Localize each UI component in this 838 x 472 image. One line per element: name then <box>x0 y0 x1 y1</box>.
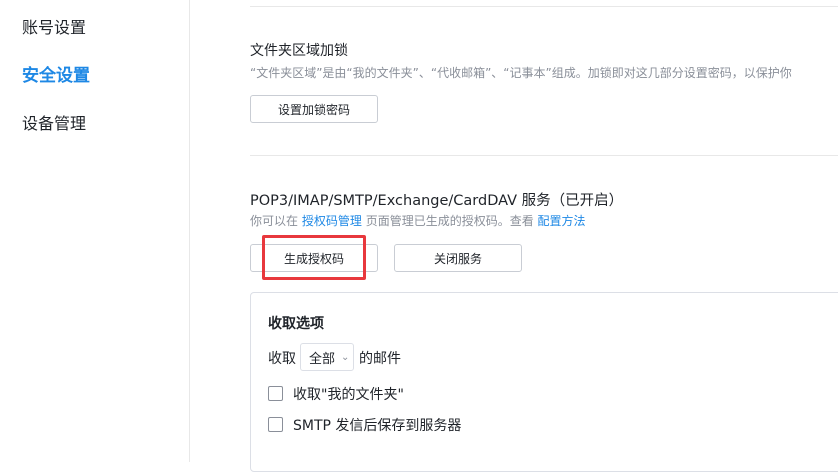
highlight-box <box>262 235 366 280</box>
receive-my-folders-label: 收取"我的文件夹" <box>293 387 404 403</box>
sidebar-item-account-settings[interactable]: 账号设置 <box>22 14 86 38</box>
receive-options-title: 收取选项 <box>268 316 324 332</box>
sidebar: 账号设置 安全设置 设备管理 <box>0 0 190 462</box>
receive-suffix: 的邮件 <box>359 351 401 367</box>
receive-scope-select[interactable]: 全部 ⌄ <box>300 343 354 371</box>
receive-options-panel: 收取选项 收取 全部 ⌄ 的邮件 收取"我的文件夹" SMTP 发信后保存到服务… <box>250 292 838 472</box>
folder-lock-title: 文件夹区域加锁 <box>250 43 348 59</box>
close-service-button[interactable]: 关闭服务 <box>394 244 522 272</box>
sidebar-item-security-settings[interactable]: 安全设置 <box>22 61 90 86</box>
mail-service-desc-middle: 页面管理已生成的授权码。查看 <box>365 214 534 228</box>
receive-scope-value: 全部 <box>309 351 336 367</box>
section-divider <box>250 155 838 156</box>
config-method-link[interactable]: 配置方法 <box>538 214 586 228</box>
mail-service-title: POP3/IMAP/SMTP/Exchange/CardDAV 服务（已开启） <box>250 193 624 209</box>
receive-my-folders-checkbox[interactable] <box>268 386 283 401</box>
smtp-save-label: SMTP 发信后保存到服务器 <box>293 418 462 434</box>
top-divider <box>250 6 838 7</box>
folder-lock-description: “文件夹区域”是由“我的文件夹”、“代收邮箱”、“记事本”组成。加锁即对这几部分… <box>250 66 792 80</box>
set-lock-password-button[interactable]: 设置加锁密码 <box>250 95 378 123</box>
mail-service-desc-prefix: 你可以在 <box>250 214 299 228</box>
smtp-save-checkbox[interactable] <box>268 417 283 432</box>
sidebar-item-device-management[interactable]: 设备管理 <box>22 110 86 134</box>
receive-label: 收取 <box>268 351 296 367</box>
chevron-down-icon: ⌄ <box>341 351 350 363</box>
auth-code-management-link[interactable]: 授权码管理 <box>302 214 362 228</box>
mail-service-description: 你可以在 授权码管理 页面管理已生成的授权码。查看 配置方法 <box>250 212 586 229</box>
